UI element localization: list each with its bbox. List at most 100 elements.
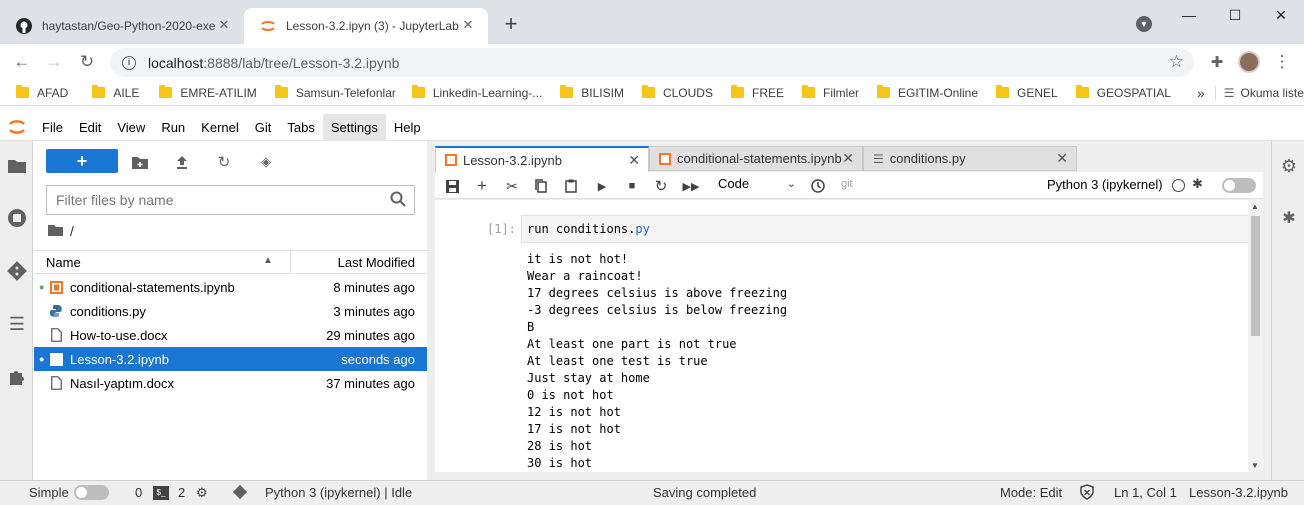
file-row[interactable]: ● Lesson-3.2.ipynb seconds ago — [34, 347, 427, 371]
doc-tab-conditional-statements[interactable]: conditional-statements.ipynb ✕ — [649, 146, 863, 171]
menu-run[interactable]: Run — [153, 114, 193, 141]
stop-icon[interactable]: ■ — [623, 177, 641, 195]
bookmark-item[interactable]: FREE — [730, 85, 784, 100]
save-icon[interactable] — [443, 177, 461, 195]
git-clone-icon[interactable]: ◈ — [256, 153, 276, 171]
address-bar[interactable]: i localhost:8888/lab/tree/Lesson-3.2.ipy… — [110, 48, 1194, 77]
new-tab-icon[interactable]: + — [500, 13, 522, 36]
terminal-count[interactable]: 0 — [135, 485, 142, 500]
close-tab-icon[interactable]: ✕ — [216, 17, 232, 33]
simple-mode-toggle[interactable] — [74, 485, 109, 500]
shield-icon[interactable] — [1080, 484, 1094, 503]
close-icon[interactable]: ✕ — [1056, 150, 1068, 167]
menu-git[interactable]: Git — [247, 114, 280, 141]
clock-icon[interactable] — [809, 177, 827, 195]
bookmark-item[interactable]: Linkedin-Learning-... — [411, 85, 542, 100]
file-row[interactable]: ● conditional-statements.ipynb 8 minutes a… — [34, 275, 427, 299]
menu-help[interactable]: Help — [386, 114, 429, 141]
menu-kernel[interactable]: Kernel — [193, 114, 247, 141]
file-row[interactable]: Nasıl-yaptım.docx 37 minutes ago — [34, 371, 427, 395]
bookmark-item[interactable]: Samsun-Telefonlar — [274, 85, 396, 100]
git-diff-button[interactable]: git — [841, 178, 853, 190]
upload-icon[interactable] — [172, 153, 192, 171]
extensions-icon[interactable] — [6, 366, 28, 388]
git-icon[interactable] — [6, 260, 28, 282]
close-window-icon[interactable]: ✕ — [1258, 0, 1304, 30]
bookmark-item[interactable]: CLOUDS — [641, 85, 713, 100]
bookmark-item[interactable]: GEOSPATIAL — [1075, 85, 1171, 100]
menu-edit[interactable]: Edit — [71, 114, 109, 141]
file-filter-input[interactable]: Filter files by name — [46, 185, 415, 215]
more-bookmarks-button[interactable]: » — [1197, 85, 1205, 101]
add-cell-icon[interactable]: + — [473, 176, 491, 195]
bookmark-item[interactable]: GENEL — [996, 85, 1058, 100]
debugger-toggle[interactable] — [1222, 178, 1256, 193]
menu-file[interactable]: File — [34, 114, 71, 141]
scroll-up-icon[interactable]: ▲ — [1251, 202, 1259, 211]
menu-view[interactable]: View — [109, 114, 153, 141]
forward-icon[interactable]: → — [42, 50, 66, 74]
info-icon[interactable]: i — [122, 55, 136, 70]
kernel-name-button[interactable]: Python 3 (ipykernel) — [1047, 177, 1163, 192]
new-folder-icon[interactable] — [130, 153, 150, 171]
new-launcher-button[interactable]: + — [46, 149, 118, 173]
bookmark-item[interactable]: BILISIM — [560, 85, 624, 100]
mode-indicator[interactable]: Mode: Edit — [1000, 485, 1062, 500]
scrollbar-thumb[interactable] — [1251, 216, 1260, 336]
left-sidebar: ☰ — [0, 141, 33, 480]
bookmark-star-icon[interactable]: ☆ — [1169, 52, 1184, 72]
tab-search-icon[interactable]: ▼ — [1136, 16, 1152, 32]
name-column-header[interactable]: Name — [46, 255, 81, 270]
paste-icon[interactable] — [562, 177, 580, 195]
running-icon[interactable] — [6, 207, 28, 229]
breadcrumb-root[interactable]: / — [70, 223, 74, 239]
kernel-status[interactable]: Python 3 (ipykernel) | Idle — [265, 485, 412, 500]
scrollbar[interactable]: ▲ ▼ — [1248, 200, 1263, 472]
cell-type-select[interactable]: Code ⌄ — [718, 176, 802, 194]
copy-icon[interactable] — [532, 177, 550, 195]
bookmark-item[interactable]: AILE — [92, 85, 139, 100]
folder-icon[interactable] — [48, 223, 63, 239]
cut-icon[interactable]: ✂ — [503, 177, 521, 195]
debugger-bug-icon[interactable]: ✱ — [1278, 207, 1300, 229]
modified-column-header[interactable]: Last Modified — [338, 255, 415, 270]
reading-list-button[interactable]: ☰ Okuma listesi — [1214, 85, 1304, 100]
back-icon[interactable]: ← — [10, 50, 34, 74]
run-icon[interactable]: ▶ — [593, 177, 611, 195]
git-icon[interactable] — [232, 484, 248, 503]
property-inspector-icon[interactable]: ⚙ — [1278, 155, 1300, 177]
browser-tab-jupyter[interactable]: Lesson-3.2.ipyn (3) - JupyterLab ✕ — [244, 8, 488, 44]
folder-icon[interactable] — [6, 154, 28, 176]
file-row[interactable]: conditions.py 3 minutes ago — [34, 299, 427, 323]
bookmark-item[interactable]: EGITIM-Online — [877, 85, 978, 100]
debugger-bug-icon[interactable]: ✱ — [1192, 176, 1203, 192]
avatar[interactable] — [1238, 51, 1260, 73]
reload-icon[interactable]: ↻ — [75, 50, 99, 74]
menu-dots-icon[interactable]: ⋮ — [1270, 50, 1294, 74]
doc-tab-lesson[interactable]: Lesson-3.2.ipynb ✕ — [435, 146, 649, 172]
menu-settings[interactable]: Settings — [322, 113, 386, 141]
fast-forward-icon[interactable]: ▶▶ — [682, 177, 700, 195]
menu-tabs[interactable]: Tabs — [279, 114, 322, 141]
file-row[interactable]: How-to-use.docx 29 minutes ago — [34, 323, 427, 347]
sort-caret-icon[interactable]: ▲ — [263, 255, 273, 266]
doc-tab-conditions-py[interactable]: ☰ conditions.py ✕ — [863, 146, 1077, 171]
cursor-position[interactable]: Ln 1, Col 1 — [1114, 485, 1177, 500]
maximize-icon[interactable]: ☐ — [1212, 0, 1258, 30]
close-tab-icon[interactable]: ✕ — [460, 17, 476, 33]
restart-icon[interactable]: ↻ — [652, 177, 670, 195]
notebook-toolbar: + ✂ ▶ ■ ↻ ▶▶ Code ⌄ git Python 3 (ipyker… — [435, 172, 1263, 199]
table-of-contents-icon[interactable]: ☰ — [6, 313, 28, 335]
kernel-count[interactable]: 2 — [178, 485, 185, 500]
close-icon[interactable]: ✕ — [842, 150, 854, 167]
scroll-down-icon[interactable]: ▼ — [1251, 461, 1259, 470]
browser-tab-github[interactable]: haytastan/Geo-Python-2020-exe ✕ — [0, 8, 244, 44]
minimize-icon[interactable]: — — [1166, 0, 1212, 30]
code-cell-input[interactable]: run conditions.py — [521, 215, 1260, 243]
close-icon[interactable]: ✕ — [628, 152, 640, 169]
extensions-icon[interactable]: ✚ — [1205, 50, 1229, 74]
bookmark-item[interactable]: EMRE-ATILIM — [159, 85, 257, 100]
refresh-icon[interactable]: ↻ — [214, 153, 234, 171]
bookmark-item[interactable]: Filmler — [802, 85, 859, 100]
bookmark-item[interactable]: AFAD — [16, 85, 68, 100]
